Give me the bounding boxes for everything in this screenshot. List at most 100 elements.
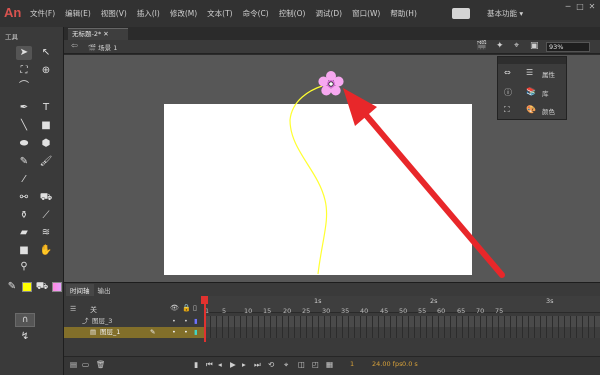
menu-edit[interactable]: 编辑(E) (65, 8, 91, 19)
onion-skin-icon[interactable]: ◫ (298, 360, 305, 369)
menu-help[interactable]: 帮助(H) (390, 8, 417, 19)
zoom-tool-icon[interactable]: ⚲ (16, 260, 32, 274)
tab-output[interactable]: 输出 (94, 284, 115, 296)
stroke-color-swatch[interactable] (22, 282, 32, 292)
polystar-tool-icon[interactable]: ⬢ (38, 137, 54, 151)
menu-commands[interactable]: 命令(C) (243, 8, 269, 19)
menu-text[interactable]: 文本(T) (207, 8, 232, 19)
menu-insert[interactable]: 插入(I) (137, 8, 160, 19)
properties-panel-label[interactable]: 属性 (542, 69, 555, 79)
layer-name[interactable]: 图层_3 (92, 316, 112, 327)
bone-tool-icon[interactable]: ⚯ (16, 191, 32, 205)
menu-modify[interactable]: 修改(M) (170, 8, 197, 19)
go-first-icon[interactable]: ⏮ (206, 360, 213, 370)
frames-row-layer-3[interactable] (205, 316, 600, 327)
smooth-icon[interactable]: ↯ (17, 330, 33, 344)
width-tool-icon[interactable]: ≋ (38, 226, 54, 240)
color-palette-icon[interactable]: 🎨 (526, 105, 536, 114)
snap-to-objects-button[interactable]: ∩ (15, 313, 35, 327)
onion-outline-icon[interactable]: ◰ (312, 360, 319, 369)
delete-layer-icon[interactable]: 🗑 (96, 360, 106, 369)
new-folder-icon[interactable]: ▭ (82, 360, 89, 369)
document-tab[interactable]: 无标题-2* ✕ (68, 28, 128, 40)
center-stage-icon[interactable]: ⌖ (514, 41, 519, 51)
layer-visible-dot[interactable]: • (172, 316, 176, 327)
align-icon[interactable]: ⇔ (504, 68, 511, 77)
library-panel-label[interactable]: 库 (542, 88, 549, 98)
brush-tool-icon[interactable]: 🖌 (38, 155, 54, 169)
frame-number: 25 (302, 307, 311, 315)
edit-scene-icon[interactable]: 🎬 (476, 41, 487, 51)
paint-bucket-tool-icon[interactable]: ⛟ (38, 191, 54, 205)
layer-name[interactable]: 图层_1 (100, 327, 120, 338)
outline-all-layers-icon[interactable]: ▯ (193, 304, 197, 312)
new-layer-icon[interactable]: ▤ (70, 360, 77, 369)
loop-icon[interactable]: ⟲ (268, 360, 274, 369)
show-all-layers-icon[interactable]: 👁 (170, 304, 179, 312)
paint-brush-tool-icon[interactable]: ⁄ (16, 173, 32, 187)
selection-tool-icon[interactable]: ➤ (16, 46, 32, 60)
workspace-switcher[interactable]: 基本功能 ▾ (487, 8, 523, 19)
lasso-tool-icon[interactable]: ⌒ (16, 80, 32, 94)
menu-view[interactable]: 视图(V) (101, 8, 127, 19)
zoom-select[interactable]: 93% (546, 42, 590, 52)
scroll-icon[interactable]: ▮ (194, 360, 198, 369)
go-last-icon[interactable]: ⏭ (254, 360, 261, 370)
step-back-icon[interactable]: ◂ (218, 360, 222, 369)
frames-row-layer-1[interactable] (205, 327, 600, 338)
lock-all-layers-icon[interactable]: 🔒 (182, 304, 191, 312)
floating-panel-header[interactable] (498, 57, 566, 64)
layer-visible-dot[interactable]: • (172, 327, 176, 338)
subselection-tool-icon[interactable]: ↖ (38, 46, 54, 60)
layer-lock-dot[interactable]: • (184, 316, 188, 327)
playhead-handle[interactable] (201, 296, 208, 304)
eraser-tool-icon[interactable]: ▰ (16, 226, 32, 240)
stroke-color-icon[interactable]: ✎ (4, 280, 20, 294)
close-icon[interactable]: ✕ (586, 0, 598, 14)
text-tool-icon[interactable]: T (38, 101, 54, 115)
eyedropper-tool-icon[interactable]: ⟋ (38, 209, 54, 223)
clip-content-icon[interactable]: ▣ (530, 41, 539, 51)
tab-timeline[interactable]: 时间轴 (66, 284, 94, 296)
free-transform-tool-icon[interactable]: ⛶ (16, 64, 32, 78)
edit-multiple-frames-icon[interactable]: ▦ (326, 360, 333, 369)
menu-window[interactable]: 窗口(W) (352, 8, 380, 19)
3d-rotation-tool-icon[interactable]: ⊕ (38, 64, 54, 78)
minimize-icon[interactable]: ─ (562, 0, 574, 14)
edit-symbols-icon[interactable]: ✦ (496, 41, 504, 51)
library-icon[interactable]: 📚 (526, 87, 536, 96)
menu-file[interactable]: 文件(F) (30, 8, 55, 19)
ink-bottle-tool-icon[interactable]: ⚱ (16, 209, 32, 223)
color-panel-label[interactable]: 颜色 (542, 106, 555, 116)
menu-control[interactable]: 控制(O) (279, 8, 306, 19)
layer-outline-color[interactable]: ▮ (194, 316, 198, 327)
step-forward-icon[interactable]: ▸ (242, 360, 246, 369)
stage-canvas[interactable] (164, 104, 472, 275)
frame-rate[interactable]: 24.00 fps (372, 360, 402, 368)
layer-row[interactable]: ▤ 图层_1 ✎ • • ▮ (64, 327, 205, 338)
fill-color-swatch[interactable] (52, 282, 62, 292)
layer-outline-color[interactable]: ▮ (194, 327, 198, 338)
transform-icon[interactable]: ⛶ (504, 105, 510, 115)
maximize-icon[interactable]: □ (574, 0, 586, 14)
menu-debug[interactable]: 调试(D) (315, 8, 342, 19)
back-arrow-icon[interactable]: ⇦ (71, 41, 78, 50)
current-frame[interactable]: 1 (350, 360, 354, 368)
properties-icon[interactable]: ☰ (526, 68, 533, 77)
edit-layer-icon[interactable]: ✎ (150, 327, 155, 338)
oval-tool-icon[interactable]: ⬬ (16, 137, 32, 151)
layer-list: ⤴ 图层_3 • • ▮ ▤ 图层_1 ✎ • • ▮ (64, 316, 205, 338)
hand-tool-icon[interactable]: ✋ (38, 244, 54, 258)
fill-color-icon[interactable]: ⛟ (34, 280, 50, 294)
pencil-tool-icon[interactable]: ✎ (16, 155, 32, 169)
sync-settings-button[interactable] (452, 8, 470, 19)
layer-row[interactable]: ⤴ 图层_3 • • ▮ (64, 316, 205, 327)
line-tool-icon[interactable]: ╲ (16, 119, 32, 133)
pen-tool-icon[interactable]: ✒ (16, 101, 32, 115)
rectangle-tool-icon[interactable]: ■ (38, 119, 54, 133)
layer-lock-dot[interactable]: • (184, 327, 188, 338)
center-frame-icon[interactable]: ⌖ (284, 360, 288, 370)
camera-tool-icon[interactable]: ■ (16, 244, 32, 258)
play-icon[interactable]: ▶ (230, 360, 236, 369)
info-icon[interactable]: ⓘ (504, 87, 512, 98)
